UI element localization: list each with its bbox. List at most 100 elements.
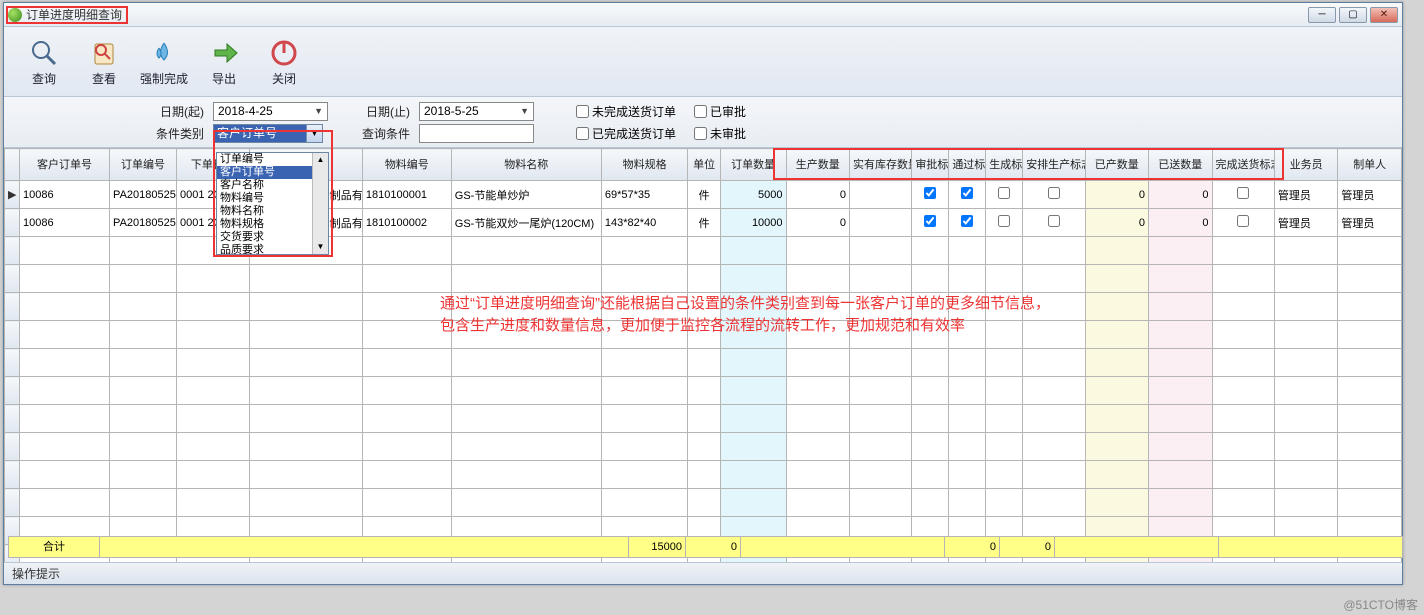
cell: [1212, 181, 1274, 209]
toolbar-view[interactable]: 查看: [74, 33, 134, 90]
magnifier-icon: [14, 36, 74, 70]
table-row[interactable]: 10086PA201805250001 201江门市华达五金制品有限公司1810…: [5, 209, 1402, 237]
cell: [5, 209, 20, 237]
titlebar: 订单进度明细查询 ─ ▢ ✕: [4, 3, 1402, 27]
clipboard-icon: [74, 36, 134, 70]
power-icon: [254, 36, 314, 70]
cell: 5000: [720, 181, 786, 209]
cell: 69*57*35: [601, 181, 688, 209]
table-row[interactable]: ▶10086PA201805250001 201江门市华达五金制品有限公司181…: [5, 181, 1402, 209]
chk-approved[interactable]: 已审批: [694, 103, 746, 120]
scrollbar[interactable]: ▲ ▼: [312, 153, 328, 254]
chk-unfinished[interactable]: 未完成送货订单: [576, 103, 676, 120]
cell: 管理员: [1338, 209, 1402, 237]
column-header[interactable]: 实有库存数量: [850, 149, 912, 181]
cell: [1212, 209, 1274, 237]
column-header[interactable]: 已送数量: [1149, 149, 1213, 181]
cell: 0: [1085, 181, 1149, 209]
cell: [1023, 181, 1085, 209]
cell: [912, 209, 949, 237]
column-header[interactable]: 安排生产标志: [1023, 149, 1085, 181]
column-header[interactable]: 审批标志: [912, 149, 949, 181]
cell: 0: [786, 181, 850, 209]
toolbar: 查询 查看 强制完成 导出 关闭: [4, 27, 1402, 97]
cell: 1810100001: [362, 181, 451, 209]
close-button[interactable]: ✕: [1370, 7, 1398, 23]
column-header[interactable]: 通过标志: [949, 149, 986, 181]
window-title: 订单进度明细查询: [26, 6, 122, 23]
column-header[interactable]: 业务员: [1274, 149, 1338, 181]
cell: PA20180525: [110, 181, 177, 209]
droplet-icon: [134, 36, 194, 70]
cell: 1810100002: [362, 209, 451, 237]
cell: 10000: [720, 209, 786, 237]
column-header[interactable]: 订单编号: [110, 149, 177, 181]
chevron-down-icon: ▼: [314, 106, 323, 116]
column-header[interactable]: 单位: [688, 149, 720, 181]
chevron-down-icon[interactable]: ▼: [317, 240, 325, 254]
cond-type-dropdown[interactable]: 订单编号客户订单号客户名称物料编号物料名称物料规格交货要求品质要求 ▲ ▼: [216, 152, 329, 255]
toolbar-query[interactable]: 查询: [14, 33, 74, 90]
column-header[interactable]: 物料规格: [601, 149, 688, 181]
cell: [912, 181, 949, 209]
cell: 0: [1149, 209, 1213, 237]
cell: [949, 209, 986, 237]
status-bar: 操作提示: [4, 562, 1402, 584]
column-header[interactable]: 订单数量: [720, 149, 786, 181]
cell: [1023, 209, 1085, 237]
app-icon: [8, 8, 22, 22]
cell: 0: [786, 209, 850, 237]
column-header[interactable]: 生产数量: [786, 149, 850, 181]
cell: 10086: [20, 209, 110, 237]
cell: 0: [1149, 181, 1213, 209]
filter-panel: 日期(起) 2018-4-25▼ 日期(止) 2018-5-25▼ 未完成送货订…: [4, 97, 1402, 148]
chevron-down-icon[interactable]: ▼: [306, 125, 322, 142]
chk-unapproved[interactable]: 未审批: [694, 125, 746, 142]
cell: 10086: [20, 181, 110, 209]
column-header[interactable]: [5, 149, 20, 181]
cell: 143*82*40: [601, 209, 688, 237]
date-from-label: 日期(起): [152, 103, 207, 120]
chevron-down-icon: ▼: [520, 106, 529, 116]
column-header[interactable]: 客户订单号: [20, 149, 110, 181]
cell: 件: [688, 181, 720, 209]
column-header[interactable]: 制单人: [1338, 149, 1402, 181]
column-header[interactable]: 生成标志: [986, 149, 1023, 181]
column-header[interactable]: 物料编号: [362, 149, 451, 181]
cell: 件: [688, 209, 720, 237]
cell: [850, 181, 912, 209]
watermark: @51CTO博客: [1343, 596, 1418, 613]
cell: [850, 209, 912, 237]
column-header[interactable]: 已产数量: [1085, 149, 1149, 181]
date-from-input[interactable]: 2018-4-25▼: [213, 102, 328, 121]
arrow-right-icon: [194, 36, 254, 70]
criteria-label: 查询条件: [358, 125, 413, 142]
cell: 管理员: [1274, 209, 1338, 237]
chk-finished[interactable]: 已完成送货订单: [576, 125, 676, 142]
date-to-label: 日期(止): [358, 103, 413, 120]
data-grid[interactable]: 客户订单号订单编号下单日期客户名称物料编号物料名称物料规格单位订单数量生产数量实…: [4, 148, 1402, 568]
cell: PA20180525: [110, 209, 177, 237]
column-header[interactable]: 完成送货标志: [1212, 149, 1274, 181]
toolbar-export[interactable]: 导出: [194, 33, 254, 90]
date-to-input[interactable]: 2018-5-25▼: [419, 102, 534, 121]
cell: GS-节能双炒一尾炉(120CM): [451, 209, 601, 237]
column-header[interactable]: 物料名称: [451, 149, 601, 181]
cell: [986, 209, 1023, 237]
cell: 管理员: [1338, 181, 1402, 209]
cell: [949, 181, 986, 209]
cell: ▶: [5, 181, 20, 209]
cond-type-combo[interactable]: 客户订单号 ▼: [213, 124, 323, 143]
toolbar-force-complete[interactable]: 强制完成: [134, 33, 194, 90]
minimize-button[interactable]: ─: [1308, 7, 1336, 23]
cell: GS-节能单炒炉: [451, 181, 601, 209]
maximize-button[interactable]: ▢: [1339, 7, 1367, 23]
criteria-input[interactable]: [419, 124, 534, 143]
cell: [986, 181, 1023, 209]
totals-row: 合计15000000: [8, 536, 1403, 558]
chevron-up-icon[interactable]: ▲: [317, 153, 325, 167]
cell: 0: [1085, 209, 1149, 237]
toolbar-close[interactable]: 关闭: [254, 33, 314, 90]
main-window: 订单进度明细查询 ─ ▢ ✕ 查询 查看 强制完成 导出 关闭: [3, 2, 1403, 585]
cell: 管理员: [1274, 181, 1338, 209]
